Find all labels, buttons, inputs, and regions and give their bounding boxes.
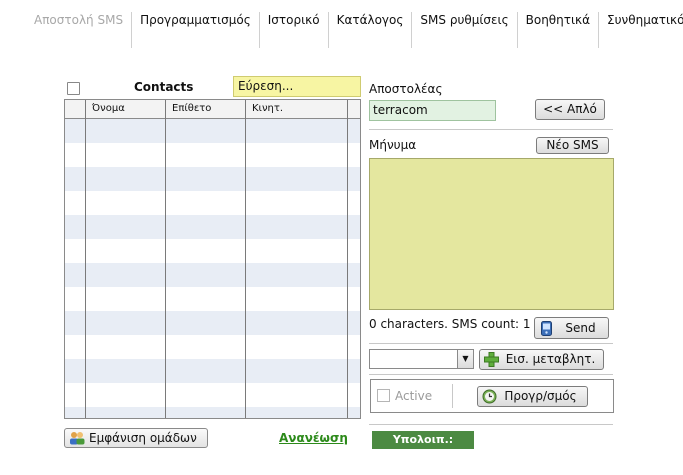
tab-password[interactable]: Συνθηματικό λογ. xyxy=(599,12,683,48)
table-row xyxy=(65,167,360,179)
message-textarea[interactable] xyxy=(369,158,614,310)
active-checkbox[interactable] xyxy=(377,389,390,402)
show-groups-label: Εμφάνιση ομάδων xyxy=(89,431,197,445)
table-row xyxy=(65,119,360,131)
column-divider xyxy=(347,100,348,418)
table-row xyxy=(65,407,360,418)
contacts-header: Contacts Εύρεση... xyxy=(64,76,361,98)
insert-variable-button[interactable]: Εισ. μεταβλητ. xyxy=(479,349,604,370)
contacts-table-body xyxy=(65,119,360,418)
column-divider xyxy=(85,100,86,418)
table-row xyxy=(65,239,360,251)
contacts-title: Contacts xyxy=(134,80,194,94)
contacts-table-header: Όνομα Επίθετο Κινητ. xyxy=(65,100,360,119)
table-row xyxy=(65,215,360,227)
clock-icon xyxy=(482,389,497,404)
contacts-table: Όνομα Επίθετο Κινητ. xyxy=(64,99,361,419)
simple-mode-button[interactable]: << Απλό xyxy=(535,99,605,120)
tab-history[interactable]: Ιστορικό xyxy=(260,12,329,48)
divider xyxy=(452,384,453,408)
tab-scheduling[interactable]: Προγραμματισμός xyxy=(132,12,260,48)
table-row xyxy=(65,287,360,299)
balance-badge: Υπολοιπ.: 28.90€ xyxy=(372,431,474,464)
schedule-label: Προγρ/σμός xyxy=(504,389,577,403)
column-divider xyxy=(165,100,166,418)
divider xyxy=(369,343,613,344)
table-row xyxy=(65,323,360,335)
table-row xyxy=(65,275,360,287)
insert-variable-label: Εισ. μεταβλητ. xyxy=(505,352,596,366)
mobile-phone-icon xyxy=(541,321,552,336)
table-row xyxy=(65,299,360,311)
column-header-surname[interactable]: Επίθετο xyxy=(172,103,211,114)
users-group-icon xyxy=(70,432,85,445)
table-row xyxy=(65,155,360,167)
table-row xyxy=(65,131,360,143)
show-groups-button[interactable]: Εμφάνιση ομάδων xyxy=(64,428,208,448)
select-all-checkbox[interactable] xyxy=(67,82,80,95)
table-row xyxy=(65,143,360,155)
table-row xyxy=(65,395,360,407)
column-header-name[interactable]: Όνομα xyxy=(92,103,125,114)
column-header-mobile[interactable]: Κινητ. xyxy=(252,103,283,114)
tab-sms-settings[interactable]: SMS ρυθμίσεις xyxy=(412,12,518,48)
message-label: Μήνυμα xyxy=(369,138,417,152)
table-row xyxy=(65,359,360,371)
table-row xyxy=(65,203,360,215)
tab-utilities[interactable]: Βοηθητικά xyxy=(518,12,600,48)
table-row xyxy=(65,335,360,347)
contacts-search-input[interactable]: Εύρεση... xyxy=(233,76,361,97)
send-button[interactable]: Send xyxy=(534,317,609,339)
tab-send-sms[interactable]: Αποστολή SMS xyxy=(26,12,133,48)
column-divider xyxy=(245,100,246,418)
tab-catalog[interactable]: Κατάλογος xyxy=(329,12,413,48)
table-row xyxy=(65,263,360,275)
character-count: 0 characters. SMS count: 1 xyxy=(369,317,531,331)
sender-label: Αποστολέας xyxy=(369,82,443,96)
table-row xyxy=(65,311,360,323)
table-row xyxy=(65,179,360,191)
new-sms-button[interactable]: Νέο SMS xyxy=(536,137,609,154)
refresh-link[interactable]: Ανανέωση xyxy=(279,431,348,445)
table-row xyxy=(65,371,360,383)
schedule-button[interactable]: Προγρ/σμός xyxy=(477,386,588,407)
variables-select[interactable]: ▼ xyxy=(369,349,474,369)
table-row xyxy=(65,191,360,203)
table-row xyxy=(65,227,360,239)
sender-input[interactable]: terracom xyxy=(369,100,496,121)
send-label: Send xyxy=(565,321,596,335)
divider xyxy=(369,424,613,425)
table-row xyxy=(65,347,360,359)
plus-icon xyxy=(484,352,499,367)
chevron-down-icon[interactable]: ▼ xyxy=(457,350,473,368)
active-label: Active xyxy=(395,389,433,403)
table-row xyxy=(65,383,360,395)
divider xyxy=(369,129,613,130)
divider xyxy=(369,374,613,375)
table-row xyxy=(65,251,360,263)
main-nav: Αποστολή SMS Προγραμματισμός Ιστορικό Κα… xyxy=(26,12,683,48)
